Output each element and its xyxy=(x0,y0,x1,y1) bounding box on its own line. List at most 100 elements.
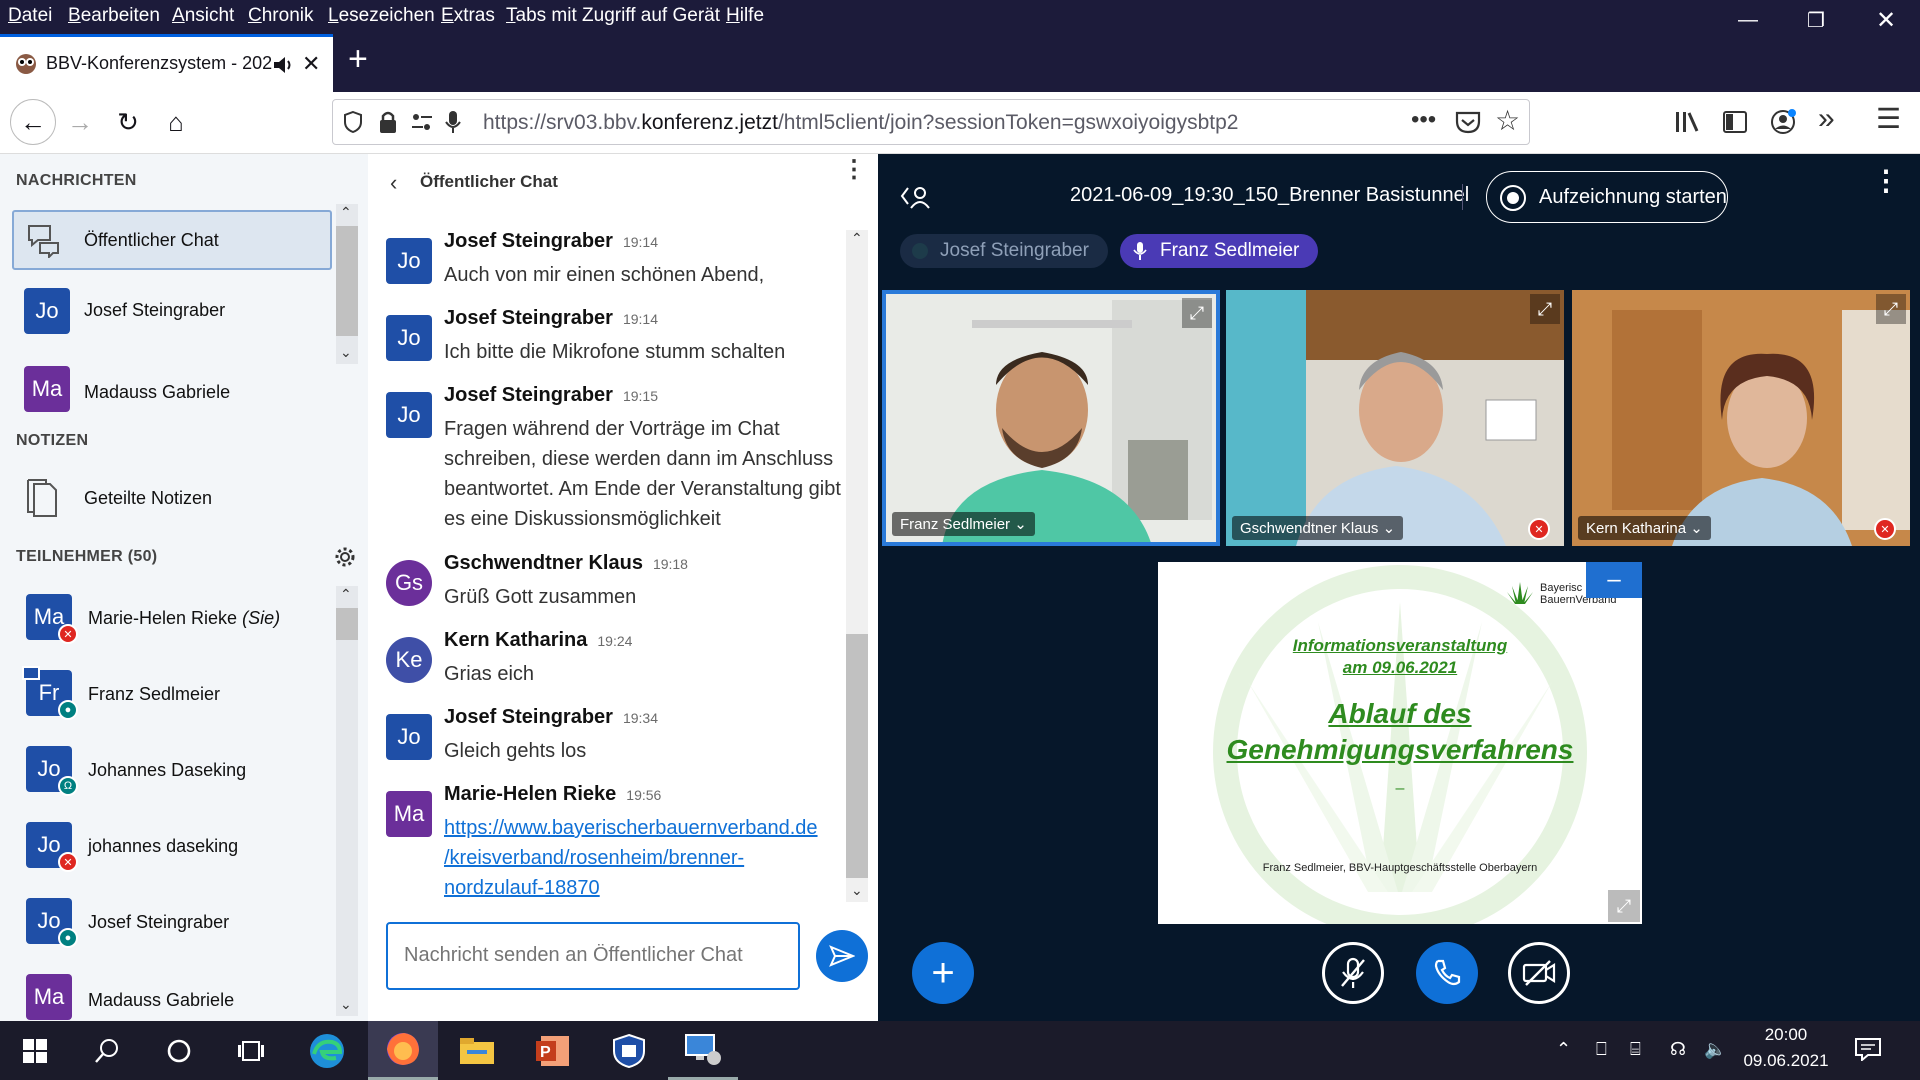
participant-row[interactable]: Jo ● Josef Steingraber xyxy=(0,888,336,956)
message-input[interactable] xyxy=(404,944,784,967)
url-text[interactable]: https://srv03.bbv.konferenz.jetzt/html5c… xyxy=(483,111,1238,135)
public-chat-item[interactable]: Öffentlicher Chat xyxy=(12,210,332,270)
share-webcam-button[interactable] xyxy=(1508,942,1570,1004)
participant-row[interactable]: Ma ✕ Marie-Helen Rieke (Sie) xyxy=(0,584,336,652)
menu-hilfe[interactable]: Hilfe xyxy=(726,5,764,27)
scroll-up-icon[interactable]: ⌃ xyxy=(340,586,352,603)
scroll-down-icon[interactable]: ⌄ xyxy=(340,344,352,361)
video-tile[interactable]: Franz Sedlmeier ⌄ ⤢ xyxy=(882,290,1220,546)
chat-list-scrollbar[interactable]: ⌃ ⌄ xyxy=(336,204,358,364)
participant-row[interactable]: Jo Ω Johannes Daseking xyxy=(0,736,336,804)
task-view-icon[interactable] xyxy=(216,1021,286,1080)
back-icon[interactable]: ← xyxy=(10,99,56,145)
fullscreen-icon[interactable]: ⤢ xyxy=(1530,294,1560,324)
record-icon xyxy=(1500,185,1526,211)
tray-meet-icon[interactable]: ⎕ xyxy=(1596,1039,1607,1060)
user-list-toggle-icon[interactable] xyxy=(900,184,932,210)
fullscreen-icon[interactable]: ⤢ xyxy=(1608,890,1640,922)
tray-input-icon[interactable]: ⌸ xyxy=(1630,1039,1641,1060)
menu-ansicht[interactable]: Ansicht xyxy=(172,5,234,27)
menu-extras[interactable]: Extras xyxy=(441,5,495,27)
url-bar[interactable]: https://srv03.bbv.konferenz.jetzt/html5c… xyxy=(332,99,1530,145)
menu-lesezeichen[interactable]: Lesezeichen xyxy=(328,5,435,27)
chat-options-icon[interactable]: ⋮ xyxy=(842,158,866,182)
settings-gear-icon[interactable] xyxy=(334,546,356,568)
send-button[interactable] xyxy=(816,930,868,982)
scrollbar-thumb[interactable] xyxy=(846,634,868,878)
shield-icon[interactable] xyxy=(343,111,363,133)
participant-list-scrollbar[interactable]: ⌃ ⌄ xyxy=(336,586,358,1016)
fullscreen-icon[interactable]: ⤢ xyxy=(1182,298,1212,328)
chat-link[interactable]: https://www.bayerischerbauernverband.de /… xyxy=(444,817,818,899)
remote-desktop-icon[interactable] xyxy=(668,1021,738,1080)
video-tile[interactable]: Kern Katharina ⌄ ⤢ ✕ xyxy=(1572,290,1910,546)
permissions-icon[interactable] xyxy=(411,112,433,132)
tab-close-icon[interactable]: ✕ xyxy=(302,51,320,77)
search-icon[interactable] xyxy=(72,1021,142,1080)
file-explorer-icon[interactable] xyxy=(442,1021,512,1080)
microphone-indicator-icon[interactable] xyxy=(445,110,461,134)
menu-datei[interactable]: Datei xyxy=(8,5,52,27)
forward-icon[interactable]: → xyxy=(60,102,100,142)
reload-icon[interactable]: ↻ xyxy=(108,102,148,142)
new-tab-icon[interactable]: + xyxy=(348,40,368,79)
bookmark-star-icon[interactable]: ☆ xyxy=(1495,104,1520,137)
chat-item-madauss[interactable]: Ma Madauss Gabriele xyxy=(0,356,336,424)
start-recording-button[interactable]: Aufzeichnung starten xyxy=(1486,171,1728,223)
hamburger-menu-icon[interactable]: ☰ xyxy=(1876,102,1901,135)
unmute-button[interactable] xyxy=(1322,942,1384,1004)
browser-tab[interactable]: BBV-Konferenzsystem - 202 ✕ xyxy=(0,34,333,92)
menu-bearbeiten[interactable]: Bearbeiten xyxy=(68,5,160,27)
leave-audio-button[interactable] xyxy=(1416,942,1478,1004)
tray-network-icon[interactable]: ☊ xyxy=(1670,1039,1686,1060)
muted-mic-icon: ✕ xyxy=(58,852,78,872)
menu-tabs-geraet[interactable]: Tabs mit Zugriff auf Gerät xyxy=(506,5,720,27)
scrollbar-thumb[interactable] xyxy=(336,608,358,640)
presentation-slide[interactable]: Bayerisc BauernVerband – Informationsver… xyxy=(1158,562,1642,924)
shared-notes-item[interactable]: Geteilte Notizen xyxy=(0,464,336,532)
participant-row[interactable]: Jo ✕ johannes daseking xyxy=(0,812,336,880)
scrollbar-thumb[interactable] xyxy=(336,226,358,336)
minimize-presentation-button[interactable]: – xyxy=(1586,562,1642,598)
message-input-box[interactable] xyxy=(386,922,800,990)
options-menu-icon[interactable]: ⋮ xyxy=(1872,167,1900,195)
video-name-label[interactable]: Franz Sedlmeier ⌄ xyxy=(892,512,1035,536)
notifications-icon[interactable] xyxy=(1854,1037,1882,1063)
talking-indicator[interactable]: Franz Sedlmeier xyxy=(1120,234,1318,268)
security-app-icon[interactable] xyxy=(594,1021,664,1080)
chat-item-josef[interactable]: Jo Josef Steingraber xyxy=(0,278,336,346)
talking-indicator[interactable]: Josef Steingraber xyxy=(900,234,1108,268)
back-chevron-icon[interactable]: ‹ xyxy=(390,170,397,196)
powerpoint-icon[interactable]: P xyxy=(518,1021,588,1080)
participant-row[interactable]: Ma Madauss Gabriele xyxy=(0,964,336,1021)
participant-row[interactable]: Fr ● Franz Sedlmeier xyxy=(0,660,336,728)
library-icon[interactable] xyxy=(1674,110,1700,134)
cortana-icon[interactable] xyxy=(144,1021,214,1080)
overflow-chevron-icon[interactable]: » xyxy=(1818,102,1835,136)
fullscreen-icon[interactable]: ⤢ xyxy=(1876,294,1906,324)
menu-chronik[interactable]: Chronik xyxy=(248,5,313,27)
account-icon[interactable] xyxy=(1770,108,1798,136)
clock[interactable]: 20:00 09.06.2021 xyxy=(1740,1025,1832,1071)
tray-chevron-up-icon[interactable]: ⌃ xyxy=(1556,1039,1571,1060)
scroll-up-icon[interactable]: ⌃ xyxy=(340,204,352,221)
video-name-label[interactable]: Kern Katharina ⌄ xyxy=(1578,516,1711,540)
video-name-label[interactable]: Gschwendtner Klaus ⌄ xyxy=(1232,516,1404,540)
video-tile[interactable]: Gschwendtner Klaus ⌄ ⤢ ✕ xyxy=(1226,290,1564,546)
pocket-icon[interactable] xyxy=(1455,110,1481,134)
speaker-icon[interactable] xyxy=(272,54,294,76)
page-actions-icon[interactable]: ••• xyxy=(1411,106,1436,134)
owl-favicon-icon xyxy=(16,54,36,74)
sidebar-toggle-icon[interactable] xyxy=(1722,110,1748,134)
scroll-down-icon[interactable]: ⌄ xyxy=(851,882,863,899)
chat-scrollbar[interactable]: ⌃ ⌄ xyxy=(846,230,868,902)
scroll-down-icon[interactable]: ⌄ xyxy=(340,996,352,1013)
firefox-icon[interactable] xyxy=(368,1021,438,1080)
tray-volume-icon[interactable]: 🔈 xyxy=(1704,1039,1726,1060)
home-icon[interactable]: ⌂ xyxy=(156,102,196,142)
scroll-up-icon[interactable]: ⌃ xyxy=(851,230,863,247)
edge-icon[interactable] xyxy=(292,1021,362,1080)
actions-plus-button[interactable]: + xyxy=(912,942,974,1004)
windows-start-icon[interactable] xyxy=(0,1021,70,1080)
lock-icon[interactable] xyxy=(379,110,397,134)
